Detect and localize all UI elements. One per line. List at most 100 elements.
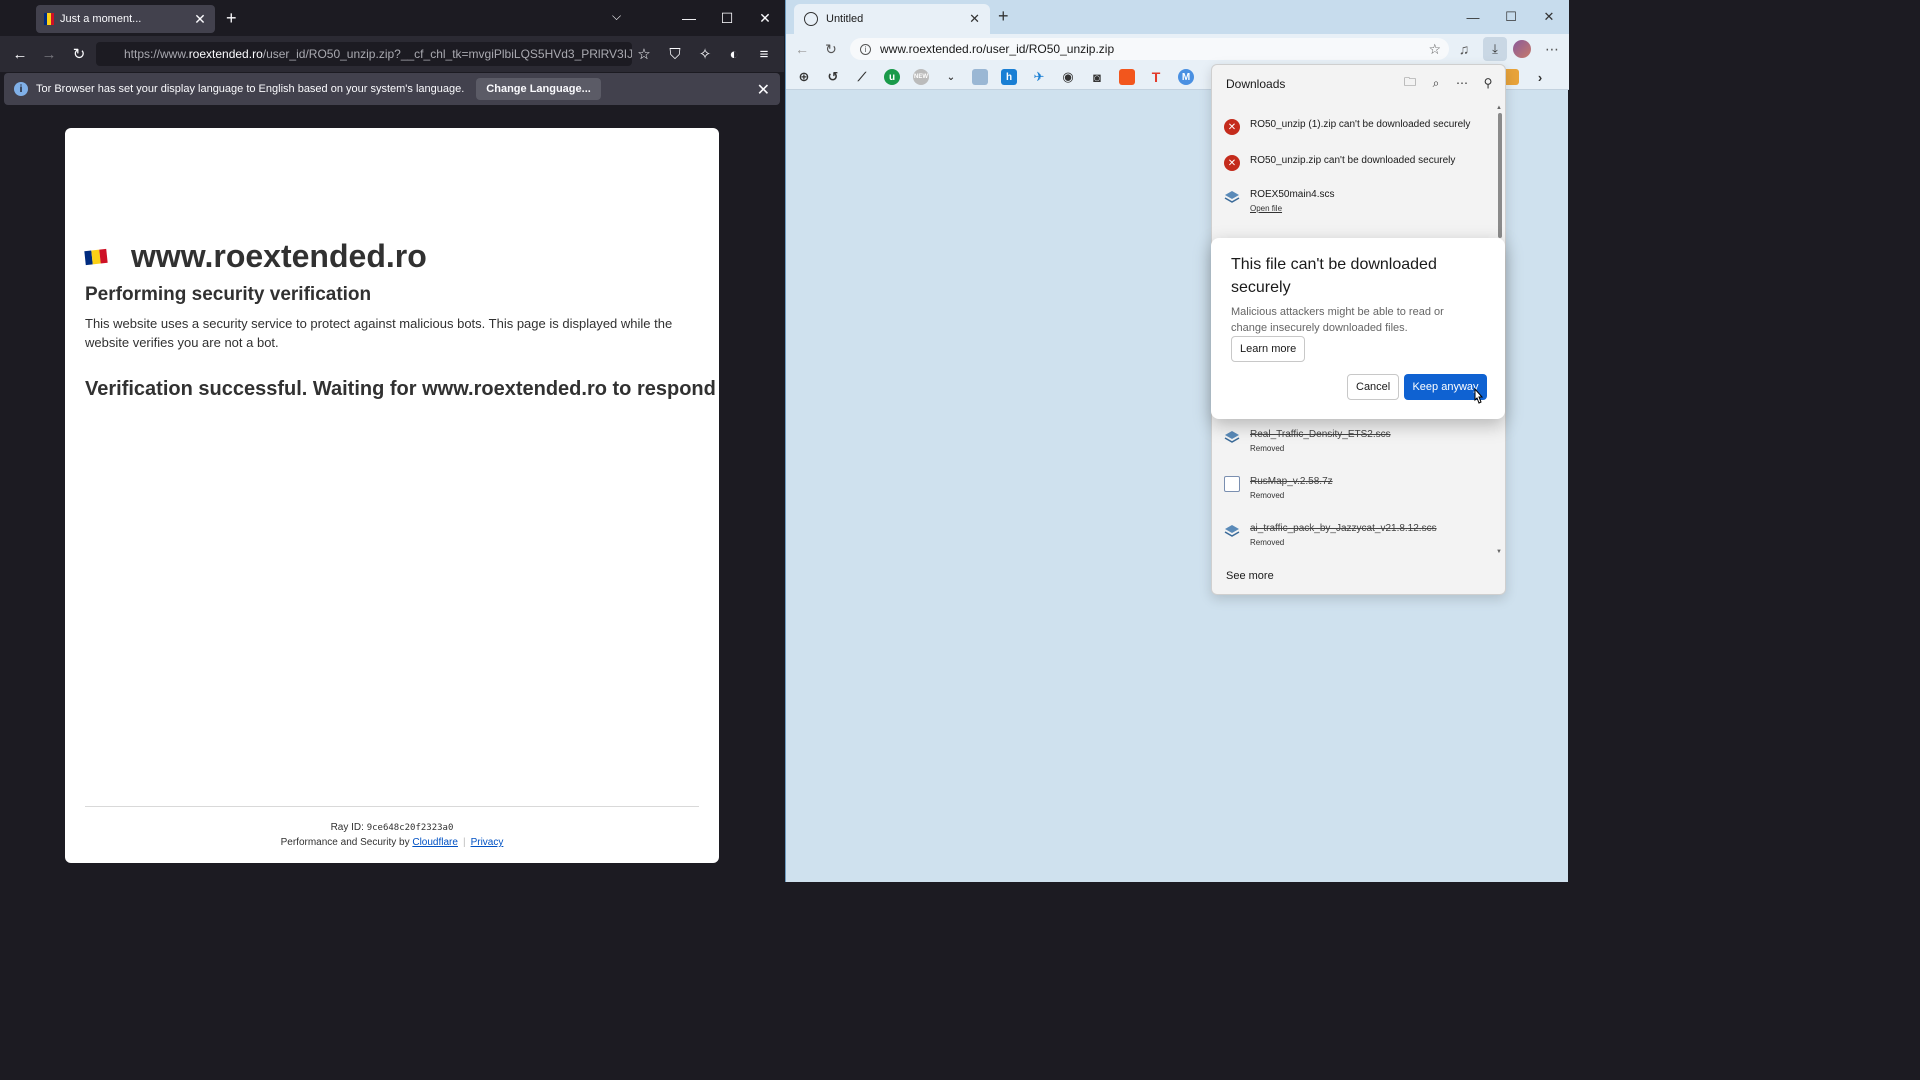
tab-title: Just a moment... xyxy=(60,13,142,25)
close-window-button[interactable]: ✕ xyxy=(746,0,784,36)
bookmark-star-icon[interactable]: ☆ xyxy=(633,43,655,65)
marker-fav-icon[interactable]: ◉ xyxy=(1060,69,1076,85)
downloads-title: Downloads xyxy=(1226,77,1286,91)
extensions-icon[interactable]: ♫ xyxy=(1454,39,1474,59)
h-fav-icon[interactable]: h xyxy=(1001,69,1017,85)
download-name: RusMap_v.2.58.7z xyxy=(1250,476,1333,487)
verification-page: www.roextended.ro Performing security ve… xyxy=(65,128,719,863)
back-icon[interactable]: ← xyxy=(9,43,31,65)
history-fav-icon[interactable]: ↺ xyxy=(825,69,841,85)
see-more-link[interactable]: See more xyxy=(1226,570,1274,582)
url-bar[interactable]: https://www.roextended.ro/user_id/RO50_u… xyxy=(96,42,632,66)
tab-strip: Just a moment... ✕ + ⌵ — ☐ ✕ xyxy=(0,0,784,36)
url-text: https://www.roextended.ro/user_id/RO50_u… xyxy=(124,47,632,61)
back-icon[interactable]: ← xyxy=(792,39,812,59)
download-name: ai_traffic_pack_by_Jazzycat_v21.8.12.scs xyxy=(1250,523,1437,534)
download-item[interactable]: ✕ RO50_unzip (1).zip can't be downloaded… xyxy=(1212,115,1497,155)
t-fav-icon[interactable]: T xyxy=(1148,69,1164,85)
download-status: Removed xyxy=(1250,491,1285,500)
footer-divider xyxy=(85,806,699,807)
site-header: www.roextended.ro xyxy=(84,238,427,275)
image-fav-icon[interactable] xyxy=(972,69,988,85)
new-fav-icon[interactable]: NEW xyxy=(913,69,929,85)
download-name: ROEX50main4.scs xyxy=(1250,189,1335,200)
footer-line: Performance and Security by Cloudflare | P… xyxy=(280,837,504,848)
verification-status: Verification successful. Waiting for www… xyxy=(85,378,716,400)
change-language-button[interactable]: Change Language... xyxy=(476,78,601,100)
insecure-download-dialog: This file can't be downloaded securely M… xyxy=(1211,238,1505,419)
notification-text: Tor Browser has set your display languag… xyxy=(36,83,465,95)
favorite-star-icon[interactable]: ☆ xyxy=(1428,41,1441,58)
tab-untitled[interactable]: Untitled ✕ xyxy=(794,4,990,34)
settings-more-icon[interactable]: ⋯ xyxy=(1542,39,1562,59)
scs-file-icon xyxy=(1224,523,1240,539)
forward-icon[interactable]: → xyxy=(38,43,60,65)
scroll-up-arrow-icon[interactable]: ▲ xyxy=(1496,105,1502,111)
close-tab-icon[interactable]: ✕ xyxy=(193,11,207,28)
close-notification-icon[interactable]: ✕ xyxy=(757,80,770,100)
more-favorites-chevron-icon[interactable]: › xyxy=(1532,69,1548,85)
download-status: Removed xyxy=(1250,538,1285,547)
m-fav-icon[interactable]: M xyxy=(1178,69,1194,85)
pocket-fav-icon[interactable]: ⌄ xyxy=(943,69,959,85)
more-options-icon[interactable]: ⋯ xyxy=(1454,75,1470,91)
learn-more-button[interactable]: Learn more xyxy=(1231,336,1306,362)
menu-icon[interactable]: ≡ xyxy=(753,43,775,65)
globe-icon xyxy=(804,12,818,26)
search-icon[interactable]: ⌕ xyxy=(1428,75,1444,91)
close-window-button[interactable]: ✕ xyxy=(1530,0,1568,34)
profile-avatar[interactable] xyxy=(1513,40,1531,58)
download-name: Real_Traffic_Density_ETS2.scs xyxy=(1250,429,1391,440)
info-icon: i xyxy=(14,82,28,96)
privacy-link[interactable]: Privacy xyxy=(471,837,504,848)
app-fav-icon[interactable]: ◙ xyxy=(1089,69,1105,85)
minimize-button[interactable]: — xyxy=(1454,0,1492,34)
maximize-button[interactable]: ☐ xyxy=(708,0,746,36)
tor-browser-window: Just a moment... ✕ + ⌵ — ☐ ✕ ← → ↻ https… xyxy=(0,0,784,882)
new-tab-button[interactable]: + xyxy=(998,6,1009,27)
scs-file-icon xyxy=(1224,189,1240,205)
downloads-icon[interactable]: ⤓ xyxy=(1483,37,1507,61)
download-item[interactable]: RusMap_v.2.58.7z Removed xyxy=(1212,472,1497,512)
utorrent-fav-icon[interactable]: u xyxy=(884,69,900,85)
download-status: Removed xyxy=(1250,444,1285,453)
chart-fav-icon[interactable]: ⟋ xyxy=(854,69,870,85)
download-item[interactable]: ROEX50main4.scs Open file xyxy=(1212,185,1497,225)
archive-file-icon xyxy=(1224,476,1240,492)
scrollbar-thumb[interactable] xyxy=(1498,113,1502,238)
site-info-icon[interactable]: i xyxy=(860,43,871,55)
edge-browser-window: Untitled ✕ + — ☐ ✕ ← ↻ i www.roextended.… xyxy=(785,0,1569,882)
tab-just-a-moment[interactable]: Just a moment... ✕ xyxy=(36,5,215,33)
romania-flag-icon xyxy=(44,13,54,25)
orange-fav-icon[interactable] xyxy=(1119,69,1135,85)
maximize-button[interactable]: ☐ xyxy=(1492,0,1530,34)
reload-icon[interactable]: ↻ xyxy=(68,43,90,65)
download-name: RO50_unzip.zip can't be downloaded secur… xyxy=(1250,155,1456,166)
open-file-link[interactable]: Open file xyxy=(1250,204,1282,213)
verification-description: This website uses a security service to … xyxy=(85,316,673,350)
reload-icon[interactable]: ↻ xyxy=(821,39,841,59)
tor-circuit-icon[interactable]: ◐ xyxy=(723,43,745,65)
error-icon: ✕ xyxy=(1224,119,1240,135)
minimize-button[interactable]: — xyxy=(670,0,708,36)
cloudflare-link[interactable]: Cloudflare xyxy=(412,837,458,848)
new-identity-icon[interactable]: ✧ xyxy=(694,43,716,65)
cancel-button[interactable]: Cancel xyxy=(1347,374,1400,400)
open-folder-icon[interactable]: 🗀 xyxy=(1402,75,1418,91)
nav-bar: ← → ↻ https://www.roextended.ro/user_id/… xyxy=(0,36,784,72)
tab-strip: Untitled ✕ + — ☐ ✕ xyxy=(786,0,1569,34)
language-notification-bar: i Tor Browser has set your display langu… xyxy=(4,73,780,105)
shield-icon[interactable]: ⛉ xyxy=(664,43,686,65)
site-name: www.roextended.ro xyxy=(131,238,427,274)
download-name: RO50_unzip (1).zip can't be downloaded s… xyxy=(1250,119,1471,130)
scs-file-icon xyxy=(1224,429,1240,445)
close-tab-icon[interactable]: ✕ xyxy=(969,11,980,27)
download-item[interactable]: Real_Traffic_Density_ETS2.scs Removed xyxy=(1212,425,1497,465)
download-item[interactable]: ai_traffic_pack_by_Jazzycat_v21.8.12.scs… xyxy=(1212,519,1497,559)
globe-fav-icon[interactable]: ⊕ xyxy=(796,69,812,85)
address-bar[interactable]: i www.roextended.ro/user_id/RO50_unzip.z… xyxy=(850,38,1449,60)
pin-fav-icon[interactable]: ✈ xyxy=(1031,69,1047,85)
list-tabs-chevron-icon[interactable]: ⌵ xyxy=(612,9,621,24)
pin-icon[interactable]: ⚲ xyxy=(1480,75,1496,91)
new-tab-button[interactable]: + xyxy=(226,8,237,29)
